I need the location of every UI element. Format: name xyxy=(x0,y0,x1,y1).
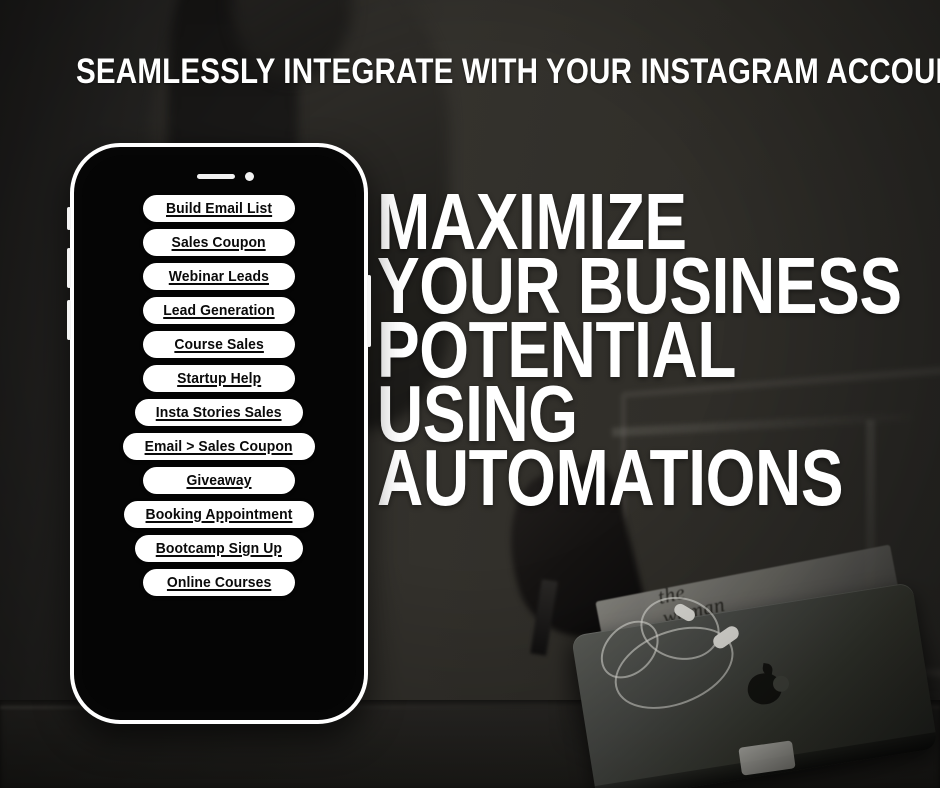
automation-button-label: Booking Appointment xyxy=(145,506,293,523)
promo-graphic-canvas: the woman SEAMLESSLY INTEGRATE WITH YOUR… xyxy=(0,0,940,788)
automation-button-label: Email > Sales Coupon xyxy=(144,438,293,455)
automation-button-label: Course Sales xyxy=(174,336,264,353)
automation-button[interactable]: Booking Appointment xyxy=(124,501,314,528)
volume-up-button[interactable] xyxy=(67,248,71,288)
automation-button[interactable]: Course Sales xyxy=(143,331,295,358)
headline-line-5: AUTOMATIONS xyxy=(377,433,844,522)
automation-button[interactable]: Sales Coupon xyxy=(143,229,295,256)
front-camera-icon xyxy=(245,172,254,181)
silent-switch-button[interactable] xyxy=(67,207,71,230)
automation-button[interactable]: Giveaway xyxy=(143,467,295,494)
main-headline: MAXIMIZE YOUR BUSINESS POTENTIAL USING A… xyxy=(377,182,937,522)
automation-button-list: Build Email List Sales Coupon Webinar Lead… xyxy=(82,195,356,596)
speaker-grill-icon xyxy=(196,174,235,179)
automation-button[interactable]: Lead Generation xyxy=(143,297,295,324)
automation-button-label: Online Courses xyxy=(166,574,272,591)
automation-button[interactable]: Online Courses xyxy=(143,569,295,596)
power-button[interactable] xyxy=(367,275,371,347)
automation-button-label: Lead Generation xyxy=(163,302,275,319)
automation-button[interactable]: Email > Sales Coupon xyxy=(123,433,315,460)
phone-mockup: Build Email List Sales Coupon Webinar Lead… xyxy=(67,143,371,724)
automation-button-label: Insta Stories Sales xyxy=(156,404,282,421)
phone-screen: Build Email List Sales Coupon Webinar Lead… xyxy=(82,155,356,712)
automation-button-label: Startup Help xyxy=(176,370,262,387)
top-banner-headline: SEAMLESSLY INTEGRATE WITH YOUR INSTAGRAM… xyxy=(76,52,940,91)
automation-button-label: Bootcamp Sign Up xyxy=(155,540,283,557)
automation-button[interactable]: Insta Stories Sales xyxy=(135,399,303,426)
automation-button-label: Sales Coupon xyxy=(171,234,267,251)
automation-button-label: Giveaway xyxy=(186,472,252,489)
volume-down-button[interactable] xyxy=(67,300,71,340)
automation-button[interactable]: Startup Help xyxy=(143,365,295,392)
automation-button-label: Webinar Leads xyxy=(168,268,270,285)
automation-button[interactable]: Webinar Leads xyxy=(143,263,295,290)
automation-button-label: Build Email List xyxy=(165,200,273,217)
automation-button[interactable]: Bootcamp Sign Up xyxy=(135,535,303,562)
automation-button[interactable]: Build Email List xyxy=(143,195,295,222)
